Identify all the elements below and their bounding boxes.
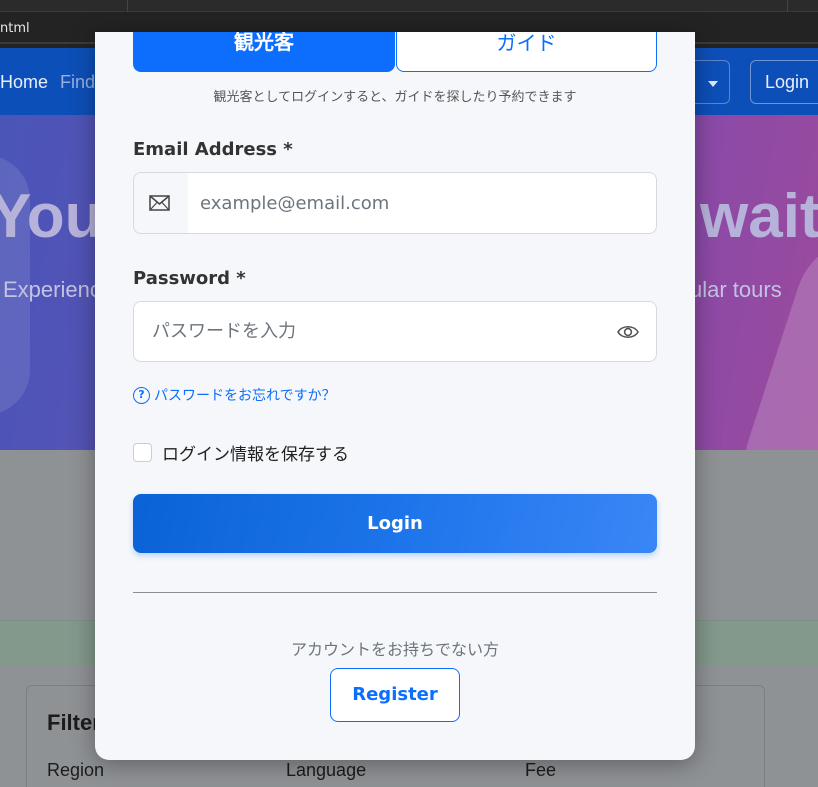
password-label: Password *: [133, 268, 246, 289]
hero-title-left: You: [0, 182, 103, 251]
forgot-password-text: パスワードをお忘れですか？: [154, 388, 336, 404]
nav-find-link[interactable]: Find: [60, 72, 95, 93]
register-button[interactable]: Register: [330, 668, 460, 722]
tab-tourist[interactable]: 観光客: [133, 32, 395, 72]
hero-decoration: [727, 220, 818, 450]
nav-login-label: Login: [765, 72, 810, 92]
browser-tab[interactable]: [0, 0, 128, 12]
address-bar-text: ntml: [0, 21, 30, 36]
hero-title-right: waits: [700, 182, 818, 251]
browser-tab[interactable]: [128, 0, 788, 12]
eye-icon[interactable]: [617, 323, 639, 341]
chevron-down-icon: [708, 81, 718, 87]
login-modal: 観光客 ガイド 観光客としてログインすると、ガイドを探したり予約できます Ema…: [95, 32, 695, 760]
tab-guide[interactable]: ガイド: [396, 32, 657, 72]
remember-me-label[interactable]: ログイン情報を保存する: [162, 440, 349, 465]
filter-language-label: Language: [286, 760, 367, 780]
hero-subtitle-right: ular tours: [690, 277, 782, 302]
browser-tab-strip: [0, 0, 818, 12]
question-circle-icon: ?: [133, 386, 150, 404]
role-hint-text: 観光客としてログインすると、ガイドを探したり予約できます: [213, 90, 577, 105]
filter-title: Filter: [47, 710, 101, 735]
password-field-group: [133, 301, 657, 362]
remember-me-row: ログイン情報を保存する: [133, 440, 349, 465]
nav-home-link[interactable]: Home: [0, 72, 48, 93]
forgot-password-link[interactable]: ? パスワードをお忘れですか？: [133, 385, 336, 405]
divider: [133, 592, 657, 593]
remember-me-checkbox[interactable]: [133, 443, 152, 462]
envelope-icon: [149, 195, 170, 211]
tab-guide-label: ガイド: [496, 32, 557, 55]
password-field[interactable]: [133, 301, 657, 362]
email-field[interactable]: [181, 172, 657, 234]
filter-region-label: Region: [47, 760, 105, 780]
filter-fee-label: Fee: [525, 760, 557, 780]
no-account-text: アカウントをお持ちでない方: [290, 640, 499, 659]
email-icon-box: [133, 172, 188, 234]
email-label: Email Address *: [133, 139, 293, 160]
login-button[interactable]: Login: [133, 494, 657, 553]
tab-tourist-label: 観光客: [234, 32, 294, 54]
nav-login-button[interactable]: Login: [750, 60, 818, 104]
email-field-group: [133, 172, 657, 234]
